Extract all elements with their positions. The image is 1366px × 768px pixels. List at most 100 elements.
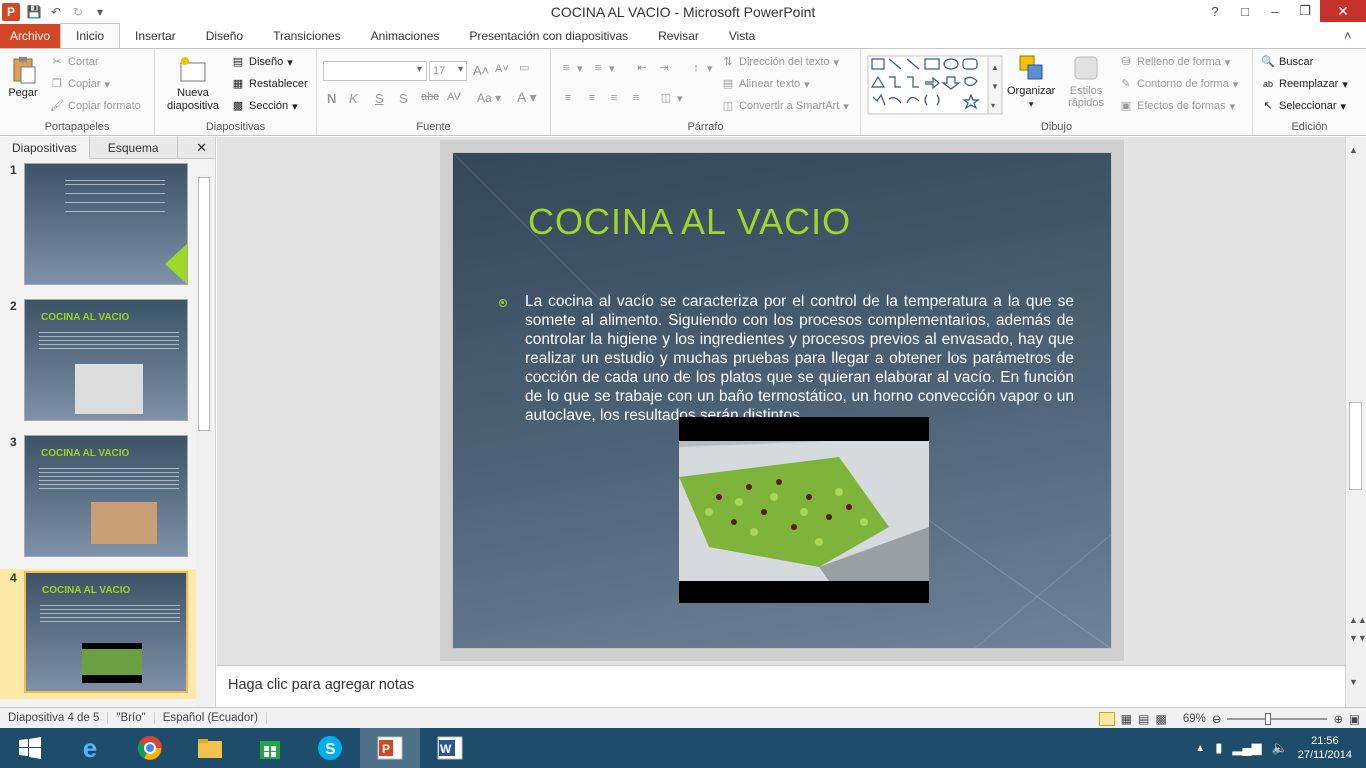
tab-inicio[interactable]: Inicio [60,23,121,48]
shape-outline-button[interactable]: ✎ Contorno de forma ▾ [1119,77,1238,91]
slide-thumbnail-2[interactable]: 2 COCINA AL VACIO [0,297,196,427]
smartart-button[interactable]: ◫ Convertir a SmartArt ▾ [721,99,849,113]
bullets-button[interactable]: ≡ ▾ [559,61,583,75]
fit-slide-icon[interactable]: ▣ [1349,712,1360,726]
redo-icon[interactable]: ↻ [70,4,86,20]
replace-button[interactable]: ab Reemplazar ▾ [1261,77,1348,91]
language-indicator[interactable]: Español (Ecuador) [155,712,267,724]
shape-fill-button[interactable]: ⛁ Relleno de forma ▾ [1119,55,1230,69]
numbering-button[interactable]: ≡ ▾ [591,61,615,75]
underline-button[interactable]: S [375,91,384,106]
save-icon[interactable]: 💾 [26,4,42,20]
restore-button[interactable]: ❐ [1290,0,1320,22]
tab-diapositivas[interactable]: Diapositivas [0,136,90,159]
justify-button[interactable]: ≡ [629,91,643,105]
scroll-up-icon[interactable]: ▲ [1349,145,1358,155]
slide-thumbnail-4[interactable]: 4 COCINA AL VACIO [0,569,196,699]
section-button[interactable]: ▩ Sección ▾ [231,99,298,113]
align-right-button[interactable]: ≡ [607,91,621,105]
notes-pane[interactable]: Haga clic para agregar notas [217,665,1345,707]
shapes-gallery[interactable]: ▲ ▼ ▾ [867,55,1005,115]
slides-scrollbar[interactable] [196,175,212,707]
slide-sorter-icon[interactable]: ▦ [1121,712,1132,726]
align-left-button[interactable]: ≡ [561,91,575,105]
find-button[interactable]: 🔍 Buscar [1261,55,1313,69]
slides-scroll-thumb[interactable] [198,177,210,431]
slide-body-text[interactable]: La cocina al vacío se caracteriza por el… [525,292,1074,425]
volume-icon[interactable]: 🔈 [1272,740,1288,756]
word-taskbar-icon[interactable]: W [420,728,480,768]
reset-button[interactable]: ▦ Restablecer [231,77,308,91]
columns-button[interactable]: ◫ ▾ [659,91,683,105]
tab-vista[interactable]: Vista [714,24,770,48]
zoom-in-icon[interactable]: ⊕ [1333,712,1343,726]
new-slide-button[interactable]: Nueva diapositiva [167,55,219,113]
network-icon[interactable]: ▂▄▆ [1232,740,1261,756]
slideshow-icon[interactable]: ▩ [1155,712,1166,726]
shadow-button[interactable]: S [399,91,408,106]
tray-expand-icon[interactable]: ▲ [1195,743,1205,754]
slide-canvas[interactable]: COCINA AL VACIO La cocina al vacío se ca… [440,140,1124,661]
tab-insertar[interactable]: Insertar [120,24,191,48]
normal-view-icon[interactable] [1098,711,1115,726]
font-family-combo[interactable]: ▾ [323,61,427,81]
minimize-button[interactable]: – [1260,0,1290,22]
align-center-button[interactable]: ≡ [585,91,599,105]
start-button[interactable] [0,728,60,768]
cut-button[interactable]: ✂ Cortar [50,55,98,69]
store-icon[interactable] [240,728,300,768]
tab-transiciones[interactable]: Transiciones [258,24,356,48]
battery-icon[interactable]: ▮ [1215,740,1222,756]
help-icon[interactable]: ? [1200,0,1230,22]
decrease-indent-button[interactable]: ⇤ [635,61,649,75]
scroll-down-icon[interactable]: ▼ [1349,677,1358,687]
italic-button[interactable]: K [349,91,358,106]
tab-animaciones[interactable]: Animaciones [356,24,455,48]
tab-archivo[interactable]: Archivo [0,24,61,48]
format-painter-button[interactable]: 🖌 Copiar formato [50,99,141,113]
bold-button[interactable]: N [327,91,336,106]
vacuum-food-image[interactable] [679,417,929,603]
paste-button[interactable]: Pegar [8,55,38,99]
tab-diseno[interactable]: Diseño [191,24,258,48]
select-button[interactable]: ↖ Seleccionar ▾ [1261,99,1346,113]
copy-button[interactable]: ❐ Copiar ▾ [50,77,110,91]
powerpoint-logo-icon[interactable]: P [2,3,20,21]
quick-styles-button[interactable]: Estilos rápidos [1061,53,1111,109]
powerpoint-taskbar-icon[interactable]: P [360,728,420,768]
zoom-level[interactable]: 69% [1183,713,1206,725]
increase-indent-button[interactable]: ⇥ [657,61,671,75]
align-text-button[interactable]: ▤ Alinear texto ▾ [721,77,810,91]
font-size-combo[interactable]: 17 ▾ [429,61,467,81]
undo-icon[interactable]: ↶ [48,4,64,20]
previous-slide-icon[interactable]: ▲▲ [1349,615,1366,625]
internet-explorer-icon[interactable]: e [60,728,120,768]
editor-scrollbar[interactable]: ▲ ▲▲ ▼▼ ▼ [1345,137,1366,707]
grow-font-button[interactable]: A˄ [473,63,489,78]
file-explorer-icon[interactable] [180,728,240,768]
tab-esquema[interactable]: Esquema [90,136,178,159]
slide-thumbnail-3[interactable]: 3 COCINA AL VACIO [0,433,196,563]
minimize-ribbon-icon[interactable]: ˄ [1344,28,1360,44]
zoom-slider[interactable] [1227,712,1328,725]
change-case-button[interactable]: Aa ▾ [477,91,501,105]
font-color-button[interactable]: A ▾ [517,89,536,106]
arrange-button[interactable]: Organizar ▾ [1007,53,1055,110]
clock[interactable]: 21:56 27/11/2014 [1298,734,1352,762]
text-direction-button[interactable]: ⇅ Dirección del texto ▾ [721,55,839,69]
shrink-font-button[interactable]: A˅ [495,63,509,75]
zoom-out-icon[interactable]: ⊖ [1212,712,1222,726]
shape-effects-button[interactable]: ▣ Efectos de formas ▾ [1119,99,1235,113]
strikethrough-button[interactable]: abc [421,91,439,103]
line-spacing-button[interactable]: ↕ ▾ [689,61,712,75]
close-button[interactable]: ✕ [1320,0,1366,22]
layout-button[interactable]: ▤ Diseño ▾ [231,55,293,69]
slide-thumbnail-1[interactable]: 1 [0,161,196,291]
char-spacing-button[interactable]: AV [447,91,461,103]
customize-qat-icon[interactable]: ▾ [92,4,108,20]
skype-icon[interactable]: S [300,728,360,768]
reading-view-icon[interactable]: ▤ [1138,712,1149,726]
slide-title[interactable]: COCINA AL VACIO [528,201,851,243]
tab-revisar[interactable]: Revisar [643,24,714,48]
ribbon-display-icon[interactable]: □ [1230,0,1260,22]
